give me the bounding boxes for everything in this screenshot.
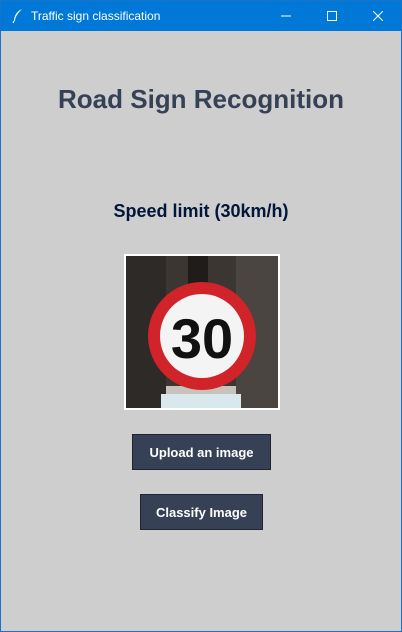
close-button[interactable]: [355, 1, 401, 31]
window-title: Traffic sign classification: [31, 9, 161, 23]
classification-result: Speed limit (30km/h): [113, 201, 289, 221]
app-window: Traffic sign classification Road Sign Re…: [0, 0, 402, 632]
maximize-button[interactable]: [309, 1, 355, 31]
close-icon: [373, 11, 383, 21]
maximize-icon: [327, 11, 337, 21]
uploaded-image: 30: [124, 254, 280, 410]
sign-number: 30: [171, 307, 233, 370]
minimize-icon: [281, 15, 291, 17]
page-title: Road Sign Recognition: [58, 84, 344, 114]
classify-image-button[interactable]: Classify Image: [140, 494, 263, 530]
title-bar[interactable]: Traffic sign classification: [1, 1, 401, 31]
feather-icon: [11, 8, 25, 24]
upload-image-button[interactable]: Upload an image: [132, 434, 271, 470]
minimize-button[interactable]: [263, 1, 309, 31]
